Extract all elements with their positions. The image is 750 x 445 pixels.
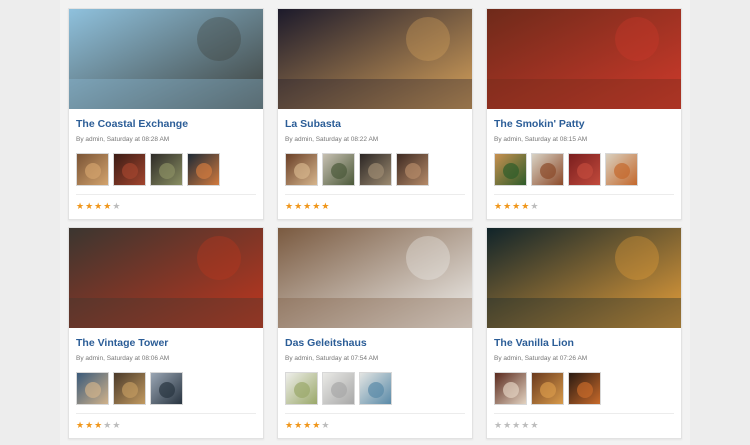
restaurant-title[interactable]: Das Geleitshaus: [285, 337, 367, 349]
thumbnail-gallery: [285, 153, 429, 186]
star-icon: ★: [530, 201, 539, 211]
star-icon: ★: [285, 420, 294, 430]
post-meta: By admin, Saturday at 08:28 AM: [76, 136, 170, 143]
star-icon: ★: [512, 201, 521, 211]
post-meta: By admin, Saturday at 08:15 AM: [494, 136, 588, 143]
star-icon: ★: [94, 201, 103, 211]
gallery-thumbnail[interactable]: [113, 372, 146, 405]
card-divider: [285, 413, 465, 414]
thumbnail-gallery: [76, 153, 220, 186]
gallery-thumbnail[interactable]: [113, 153, 146, 186]
gallery-thumbnail[interactable]: [187, 153, 220, 186]
gallery-thumbnail[interactable]: [322, 372, 355, 405]
thumbnail-gallery: [494, 153, 638, 186]
star-icon: ★: [503, 201, 512, 211]
restaurant-title[interactable]: The Vintage Tower: [76, 337, 168, 349]
restaurant-card[interactable]: The Smokin' Patty By admin, Saturday at 0…: [486, 8, 682, 220]
star-icon: ★: [494, 420, 503, 430]
restaurant-title[interactable]: La Subasta: [285, 118, 341, 130]
star-icon: ★: [76, 201, 85, 211]
gallery-thumbnail[interactable]: [76, 153, 109, 186]
gallery-thumbnail[interactable]: [494, 153, 527, 186]
gallery-thumbnail[interactable]: [568, 153, 601, 186]
card-divider: [76, 194, 256, 195]
star-icon: ★: [321, 201, 330, 211]
post-meta: By admin, Saturday at 08:06 AM: [76, 355, 170, 362]
card-divider: [494, 413, 674, 414]
gallery-thumbnail[interactable]: [150, 372, 183, 405]
gallery-thumbnail[interactable]: [359, 153, 392, 186]
star-icon: ★: [521, 201, 530, 211]
star-rating: ★ ★ ★ ★ ★: [76, 420, 120, 430]
gallery-thumbnail[interactable]: [150, 153, 183, 186]
star-icon: ★: [503, 420, 512, 430]
post-meta: By admin, Saturday at 07:26 AM: [494, 355, 588, 362]
gallery-thumbnail[interactable]: [396, 153, 429, 186]
restaurant-photo[interactable]: [69, 9, 263, 109]
gallery-thumbnail[interactable]: [605, 153, 638, 186]
star-rating: ★ ★ ★ ★ ★: [76, 201, 120, 211]
star-icon: ★: [294, 201, 303, 211]
star-icon: ★: [494, 201, 503, 211]
gallery-thumbnail[interactable]: [494, 372, 527, 405]
gallery-thumbnail[interactable]: [531, 153, 564, 186]
star-icon: ★: [530, 420, 539, 430]
gallery-thumbnail[interactable]: [322, 153, 355, 186]
gallery-thumbnail[interactable]: [76, 372, 109, 405]
star-icon: ★: [294, 420, 303, 430]
restaurant-photo[interactable]: [69, 228, 263, 328]
restaurant-title[interactable]: The Smokin' Patty: [494, 118, 585, 130]
restaurant-title[interactable]: The Coastal Exchange: [76, 118, 188, 130]
gallery-thumbnail[interactable]: [359, 372, 392, 405]
star-icon: ★: [103, 420, 112, 430]
restaurant-photo[interactable]: [278, 9, 472, 109]
restaurant-card[interactable]: La Subasta By admin, Saturday at 08:22 AM…: [277, 8, 473, 220]
restaurant-photo[interactable]: [487, 228, 681, 328]
restaurant-card[interactable]: Das Geleitshaus By admin, Saturday at 07:…: [277, 227, 473, 439]
star-icon: ★: [76, 420, 85, 430]
card-divider: [494, 194, 674, 195]
star-icon: ★: [85, 201, 94, 211]
restaurant-photo[interactable]: [487, 9, 681, 109]
gallery-thumbnail[interactable]: [285, 153, 318, 186]
star-icon: ★: [85, 420, 94, 430]
star-icon: ★: [312, 420, 321, 430]
star-icon: ★: [285, 201, 294, 211]
star-rating: ★ ★ ★ ★ ★: [494, 201, 538, 211]
star-icon: ★: [312, 201, 321, 211]
star-icon: ★: [512, 420, 521, 430]
gallery-thumbnail[interactable]: [531, 372, 564, 405]
star-icon: ★: [521, 420, 530, 430]
star-icon: ★: [303, 420, 312, 430]
star-icon: ★: [112, 201, 121, 211]
star-icon: ★: [303, 201, 312, 211]
gallery-thumbnail[interactable]: [568, 372, 601, 405]
gallery-thumbnail[interactable]: [285, 372, 318, 405]
card-divider: [76, 413, 256, 414]
star-rating: ★ ★ ★ ★ ★: [285, 201, 329, 211]
star-icon: ★: [94, 420, 103, 430]
restaurant-card[interactable]: The Coastal Exchange By admin, Saturday a…: [68, 8, 264, 220]
card-divider: [285, 194, 465, 195]
post-meta: By admin, Saturday at 07:54 AM: [285, 355, 379, 362]
thumbnail-gallery: [285, 372, 392, 405]
restaurant-grid: The Coastal Exchange By admin, Saturday a…: [60, 0, 690, 445]
restaurant-card[interactable]: The Vanilla Lion By admin, Saturday at 07…: [486, 227, 682, 439]
restaurant-card[interactable]: The Vintage Tower By admin, Saturday at 0…: [68, 227, 264, 439]
thumbnail-gallery: [76, 372, 183, 405]
star-rating: ★ ★ ★ ★ ★: [285, 420, 329, 430]
star-rating: ★ ★ ★ ★ ★: [494, 420, 538, 430]
star-icon: ★: [321, 420, 330, 430]
restaurant-title[interactable]: The Vanilla Lion: [494, 337, 574, 349]
star-icon: ★: [103, 201, 112, 211]
star-icon: ★: [112, 420, 121, 430]
post-meta: By admin, Saturday at 08:22 AM: [285, 136, 379, 143]
restaurant-photo[interactable]: [278, 228, 472, 328]
thumbnail-gallery: [494, 372, 601, 405]
